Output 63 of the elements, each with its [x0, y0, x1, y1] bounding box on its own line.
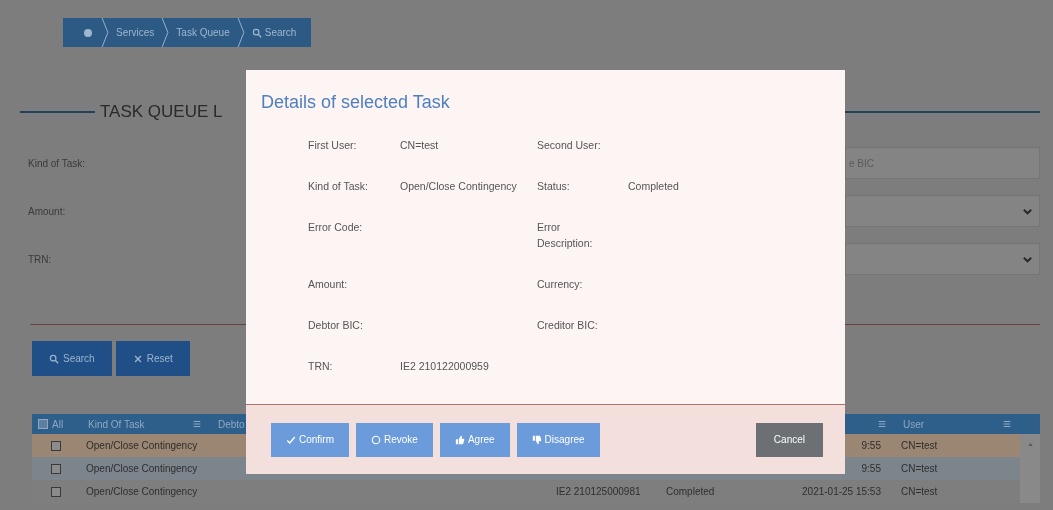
field-label: Debtor BIC:: [308, 318, 364, 333]
action-button[interactable]: Confirm: [271, 422, 349, 457]
field-label: Amount:: [28, 205, 67, 217]
search-button[interactable]: Search: [32, 341, 112, 376]
field-label: Creditor BIC:: [537, 318, 599, 333]
page-title: TASK QUEUE L: [100, 102, 223, 122]
field-value: CN=test: [400, 139, 439, 151]
field-label: Amount:: [308, 277, 349, 292]
circle-icon: [371, 434, 381, 445]
field-value: Open/Close Contingency: [400, 180, 517, 192]
dialog-title: Details of selected Task: [261, 91, 451, 113]
field-label: Status:: [537, 179, 571, 194]
column-header[interactable]: Kind Of Task: [88, 418, 145, 430]
table-cell: 9:55: [861, 440, 881, 451]
close-icon: [132, 353, 143, 364]
checkbox[interactable]: [38, 419, 48, 429]
search-icon: [49, 353, 59, 364]
column-header[interactable]: User: [903, 418, 925, 430]
table-cell: IE2 210125000981: [556, 486, 641, 497]
reset-button[interactable]: Reset: [115, 341, 190, 376]
separator-icon: [161, 18, 170, 47]
table-cell: CN=test: [901, 440, 938, 451]
thumbs-down-icon: [531, 434, 542, 445]
check-icon: [286, 434, 296, 445]
search-icon: [251, 27, 262, 38]
field-label: TRN:: [308, 359, 334, 374]
action-button[interactable]: Disagree: [516, 422, 600, 457]
scrollbar[interactable]: [1020, 434, 1040, 503]
table-cell: Open/Close Contingency: [86, 440, 198, 451]
table-cell: CN=test: [901, 463, 938, 474]
table-cell: Open/Close Contingency: [86, 486, 198, 497]
field-value: Completed: [628, 180, 679, 192]
separator-icon: [101, 18, 109, 47]
checkbox[interactable]: [51, 486, 61, 497]
column-header: All: [52, 418, 64, 430]
field-label: Second User:: [537, 138, 602, 153]
table-cell: 9:55: [861, 463, 881, 474]
table-cell: 2021-01-25 15:53: [802, 486, 881, 497]
select-field[interactable]: [845, 243, 1040, 275]
field-label: TRN:: [28, 253, 53, 265]
separator-icon: [236, 18, 245, 47]
home-icon: [82, 26, 94, 39]
breadcrumb-link[interactable]: Services: [109, 27, 162, 38]
field-label: First User:: [308, 138, 358, 153]
field-value: IE2 210122000959: [400, 360, 489, 372]
field-label: Kind of Task:: [308, 179, 369, 194]
checkbox[interactable]: [51, 463, 61, 474]
field-label: Kind of Task:: [28, 157, 87, 169]
field-label: Error Description:: [537, 220, 594, 251]
table-cell: Completed: [666, 486, 715, 497]
cancel-button[interactable]: Cancel: [755, 422, 823, 457]
field-label: Currency:: [537, 277, 584, 292]
select-field[interactable]: [845, 195, 1040, 227]
breadcrumb-link[interactable]: Search: [244, 27, 304, 38]
table-cell: Open/Close Contingency: [86, 463, 198, 474]
column-header[interactable]: Debto: [218, 418, 245, 430]
breadcrumb-link[interactable]: Task Queue: [169, 27, 237, 38]
thumbs-up-icon: [454, 434, 465, 445]
table-cell: CN=test: [901, 486, 938, 497]
checkbox[interactable]: [51, 440, 61, 451]
field-label: Error Code:: [308, 220, 364, 235]
action-button[interactable]: Agree: [439, 422, 510, 457]
action-button[interactable]: Revoke: [356, 422, 433, 457]
